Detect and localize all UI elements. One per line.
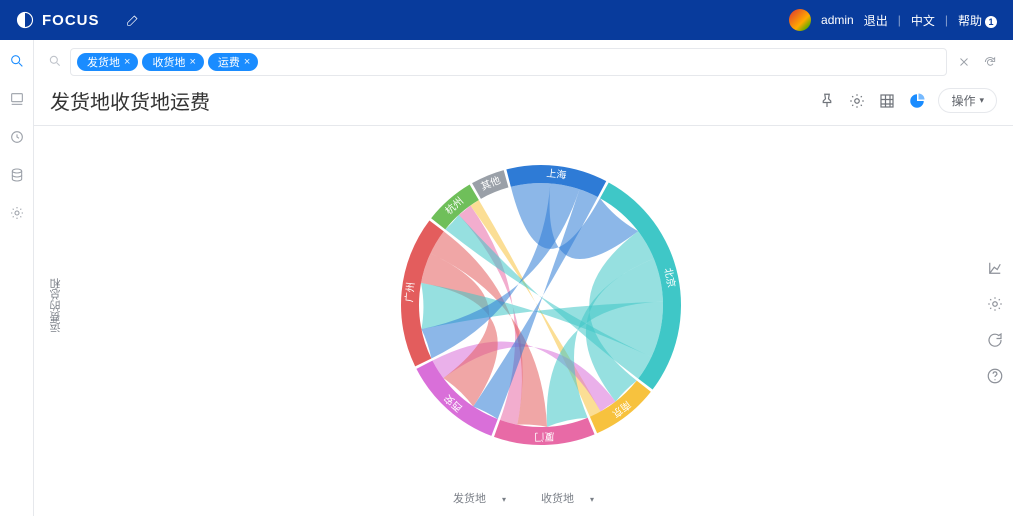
chevron-down-icon: ▾ [979, 95, 984, 106]
header-right: admin 退出 | 中文 | 帮助1 [789, 9, 997, 31]
nav-dashboard-icon[interactable] [8, 90, 26, 108]
chord-arc-label: 广州 [403, 282, 417, 303]
user-name[interactable]: admin [821, 13, 854, 27]
clear-icon[interactable] [955, 53, 973, 71]
logout-link[interactable]: 退出 [864, 12, 888, 29]
nav-settings-icon[interactable] [8, 204, 26, 222]
nav-search-icon[interactable] [8, 52, 26, 70]
axis-icon[interactable] [985, 258, 1005, 278]
chip-close-icon[interactable]: × [244, 56, 250, 68]
legend-item-a[interactable]: 发货地▾ [445, 493, 514, 505]
operate-button[interactable]: 操作▾ [938, 88, 997, 113]
sidebar [0, 40, 34, 516]
help-icon[interactable] [985, 366, 1005, 386]
nav-history-icon[interactable] [8, 128, 26, 146]
chord-chart[interactable]: 上海北京南京厦门西安广州杭州其他 [68, 126, 1013, 484]
legend: 发货地▾ 收货地▾ [34, 484, 1013, 516]
brand-text: FOCUS [42, 12, 100, 29]
toolbar: 操作▾ [818, 88, 997, 113]
brand-logo[interactable]: FOCUS [16, 11, 100, 29]
chart-tools [985, 258, 1005, 386]
chart-settings-icon[interactable] [985, 294, 1005, 314]
gear-icon[interactable] [848, 92, 866, 110]
help-badge: 1 [985, 16, 997, 28]
nav-data-icon[interactable] [8, 166, 26, 184]
pin-icon[interactable] [818, 92, 836, 110]
page-title: 发货地收货地运费 [50, 86, 210, 115]
title-bar: 发货地收货地运费 操作▾ [34, 76, 1013, 126]
y-axis-label: 运费的总和 [44, 278, 68, 333]
filter-chip[interactable]: 发货地 × [77, 53, 138, 71]
legend-item-b[interactable]: 收货地▾ [533, 493, 602, 505]
search-input[interactable]: 发货地 ×收货地 × 运费 × [70, 48, 947, 76]
refresh-icon[interactable] [981, 53, 999, 71]
chip-close-icon[interactable]: × [124, 56, 130, 68]
search-icon [48, 54, 62, 71]
reload-icon[interactable] [985, 330, 1005, 350]
avatar[interactable] [789, 9, 811, 31]
search-bar: 发货地 ×收货地 × 运费 × [34, 40, 1013, 76]
filter-chip[interactable]: 运费 × [208, 53, 258, 71]
chip-close-icon[interactable]: × [189, 56, 195, 68]
chart-icon[interactable] [908, 92, 926, 110]
help-link[interactable]: 帮助1 [958, 12, 997, 29]
edit-icon[interactable] [124, 11, 142, 29]
table-icon[interactable] [878, 92, 896, 110]
chord-arc-label: 厦门 [534, 430, 554, 443]
lang-link[interactable]: 中文 [911, 12, 935, 29]
app-header: FOCUS admin 退出 | 中文 | 帮助1 [0, 0, 1013, 40]
filter-chip[interactable]: 收货地 × [142, 53, 203, 71]
